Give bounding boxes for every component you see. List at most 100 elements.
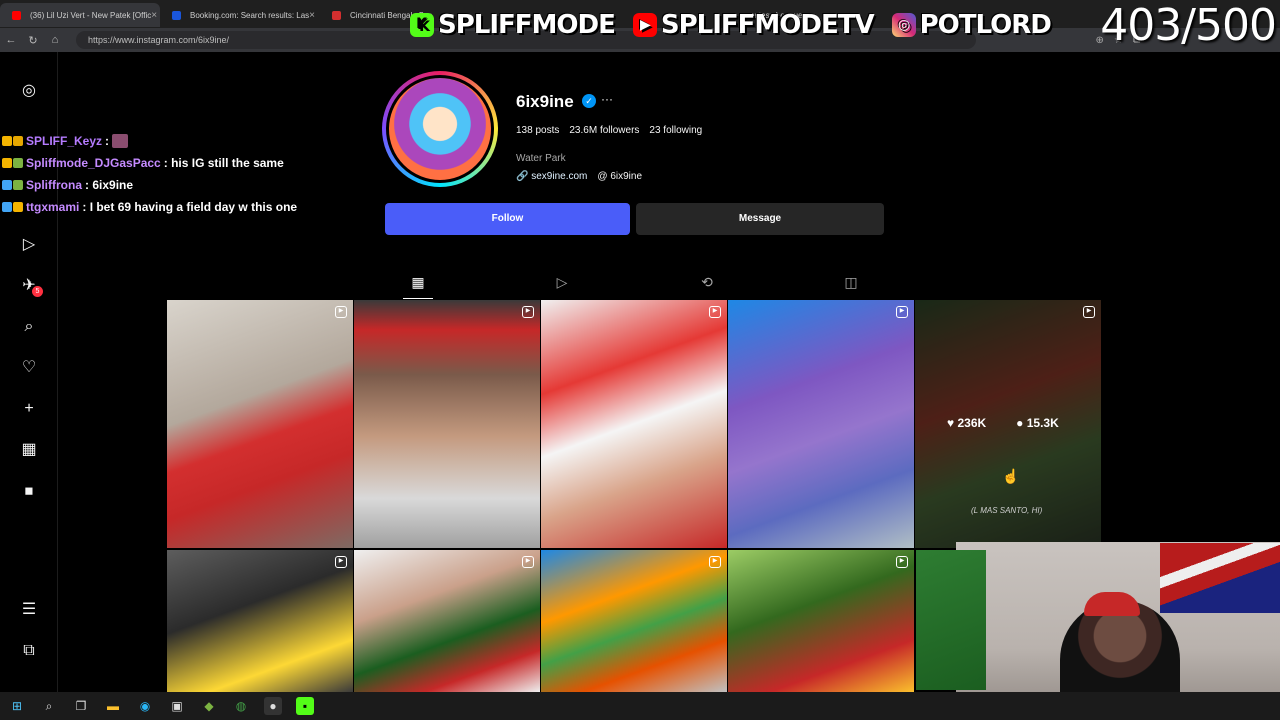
app-icon[interactable]: ◆ bbox=[200, 697, 218, 715]
following-count[interactable]: 23 following bbox=[649, 125, 702, 136]
reel-icon: ▶ bbox=[709, 306, 721, 318]
posts-count: 138 posts bbox=[516, 125, 560, 136]
webcam-tv bbox=[916, 550, 986, 690]
mouse-cursor-icon: ☝ bbox=[1002, 468, 1020, 484]
menu-icon[interactable]: ☰ bbox=[20, 601, 38, 619]
threads-link[interactable]: @ 6ix9ine bbox=[597, 171, 642, 182]
tab-posts[interactable]: ▦ bbox=[403, 267, 433, 299]
chat-message: Spliffmode_DJGasPacc: his IG still the s… bbox=[2, 152, 332, 174]
chat-message: ttgxmami: I bet 69 having a field day w … bbox=[2, 196, 332, 218]
tab-reels[interactable]: ▷ bbox=[547, 267, 577, 299]
stream-brand-strip: K SPLIFFMODE ▶ SPLIFFMODETV ◎ POTLORD bbox=[410, 10, 1052, 40]
reel-icon: ▶ bbox=[335, 306, 347, 318]
reel-icon: ▶ bbox=[522, 556, 534, 568]
youtube-icon: ▶ bbox=[632, 13, 657, 37]
post-thumbnail-hovered[interactable]: ▶ ♥ 236K ● 15.3K (L MAS SANTO, HI) bbox=[915, 300, 1101, 548]
close-icon[interactable]: × bbox=[151, 10, 157, 21]
file-explorer-icon[interactable]: ▬ bbox=[104, 697, 122, 715]
post-thumbnail[interactable]: ▶ bbox=[354, 550, 540, 692]
instagram-icon: ◎ bbox=[891, 13, 916, 37]
reload-icon[interactable]: ↻ bbox=[22, 34, 44, 47]
chat-message: Spliffrona: 6ix9ine bbox=[2, 174, 332, 196]
search-icon[interactable]: ⌕ bbox=[40, 697, 58, 715]
followers-count[interactable]: 23.6M followers bbox=[569, 125, 639, 136]
post-thumbnail[interactable]: ▶ bbox=[167, 300, 353, 548]
reels-icon[interactable]: ▷ bbox=[20, 236, 38, 254]
reel-icon: ▶ bbox=[896, 556, 908, 568]
chat-badges bbox=[2, 136, 23, 146]
video-caption: (L MAS SANTO, HI) bbox=[971, 506, 1043, 515]
search-icon[interactable]: ⌕ bbox=[20, 318, 38, 336]
reels-icon: ▷ bbox=[556, 274, 568, 290]
chat-badges bbox=[2, 202, 23, 212]
tab-reposts[interactable]: ⟲ bbox=[692, 267, 722, 299]
obs-icon[interactable]: ● bbox=[264, 697, 282, 715]
instagram-icon[interactable]: ◎ bbox=[20, 82, 38, 100]
tab-tagged[interactable]: ◫ bbox=[836, 267, 866, 299]
notification-badge: 5 bbox=[32, 286, 43, 297]
stream-chat: SPLIFF_Keyz: Spliffmode_DJGasPacc: his I… bbox=[2, 130, 332, 218]
profile-avatar[interactable] bbox=[382, 71, 498, 187]
dashboard-icon[interactable]: ▦ bbox=[20, 441, 38, 459]
message-button[interactable]: Message bbox=[636, 203, 884, 235]
profile-category: Water Park bbox=[516, 153, 566, 164]
back-icon[interactable]: ← bbox=[0, 34, 22, 46]
website-link[interactable]: 🔗 sex9ine.com bbox=[516, 171, 587, 182]
kick-app-icon[interactable]: ▪ bbox=[296, 697, 314, 715]
post-thumbnail[interactable]: ▶ bbox=[541, 550, 727, 692]
browser-tab[interactable]: Booking.com: Search results: Las × bbox=[160, 3, 320, 27]
edge-icon[interactable]: ◉ bbox=[136, 697, 154, 715]
youtube-icon bbox=[12, 11, 21, 20]
reel-icon: ▶ bbox=[1083, 306, 1095, 318]
chat-badges bbox=[2, 158, 23, 168]
chat-message: SPLIFF_Keyz: bbox=[2, 130, 332, 152]
home-icon[interactable]: ⌂ bbox=[44, 34, 66, 46]
follow-button[interactable]: Follow bbox=[385, 203, 630, 235]
profile-tabs: ▦ ▷ ⟲ ◫ bbox=[346, 267, 922, 299]
browser-tab[interactable]: (36) Lil Uzi Vert - New Patek [Offic × bbox=[0, 3, 160, 27]
espn-icon bbox=[332, 11, 341, 20]
close-icon[interactable]: × bbox=[309, 10, 315, 21]
goal-counter: 403/500 bbox=[1100, 0, 1277, 51]
grid-icon: ▦ bbox=[411, 274, 425, 290]
repost-icon: ⟲ bbox=[701, 274, 713, 290]
post-thumbnail[interactable]: ▶ bbox=[728, 550, 914, 692]
apps-icon[interactable]: ⧉ bbox=[20, 642, 38, 660]
profile-username: 6ix9ine bbox=[516, 92, 574, 111]
heart-icon: ♥ bbox=[947, 416, 955, 430]
brand-instagram: ◎ POTLORD bbox=[891, 10, 1052, 40]
post-thumbnail[interactable]: ▶ bbox=[167, 550, 353, 692]
emote-icon bbox=[112, 134, 129, 148]
reel-icon: ▶ bbox=[896, 306, 908, 318]
windows-start-icon[interactable]: ⊞ bbox=[8, 697, 26, 715]
reel-icon: ▶ bbox=[335, 556, 347, 568]
brand-youtube: ▶ SPLIFFMODETV bbox=[632, 10, 875, 40]
reel-icon: ▶ bbox=[709, 556, 721, 568]
booking-icon bbox=[172, 11, 181, 20]
profile-avatar-icon[interactable]: ◼ bbox=[20, 482, 38, 500]
tagged-icon: ◫ bbox=[844, 274, 858, 290]
verified-badge-icon: ✓ bbox=[582, 94, 596, 108]
kick-icon: K bbox=[410, 13, 434, 37]
chat-badges bbox=[2, 180, 23, 190]
create-icon[interactable]: + bbox=[20, 400, 38, 418]
reel-icon: ▶ bbox=[522, 306, 534, 318]
post-thumbnail[interactable]: ▶ bbox=[354, 300, 540, 548]
taskbar: ⊞ ⌕ ❐ ▬ ◉ ▣ ◆ ◍ ● ▪ bbox=[0, 692, 1280, 720]
post-thumbnail[interactable]: ▶ bbox=[541, 300, 727, 548]
profile-links: 🔗 sex9ine.com @ 6ix9ine bbox=[516, 171, 642, 182]
post-thumbnail[interactable]: ▶ bbox=[728, 300, 914, 548]
brand-kick: K SPLIFFMODE bbox=[410, 10, 616, 40]
task-view-icon[interactable]: ❐ bbox=[72, 697, 90, 715]
comments-count: 15.3K bbox=[1026, 416, 1059, 430]
profile-stats: 138 posts 23.6M followers 23 following bbox=[516, 125, 702, 136]
webcam-cap bbox=[1084, 592, 1140, 616]
heart-icon[interactable]: ♡ bbox=[20, 359, 38, 377]
likes-count: 236K bbox=[957, 416, 987, 430]
chrome-icon[interactable]: ◍ bbox=[232, 697, 250, 715]
webcam-flag bbox=[1160, 543, 1280, 613]
comment-icon: ● bbox=[1016, 416, 1024, 430]
more-options-icon[interactable]: ··· bbox=[601, 92, 613, 106]
store-icon[interactable]: ▣ bbox=[168, 697, 186, 715]
post-hover-stats: ♥ 236K ● 15.3K bbox=[947, 416, 1059, 430]
